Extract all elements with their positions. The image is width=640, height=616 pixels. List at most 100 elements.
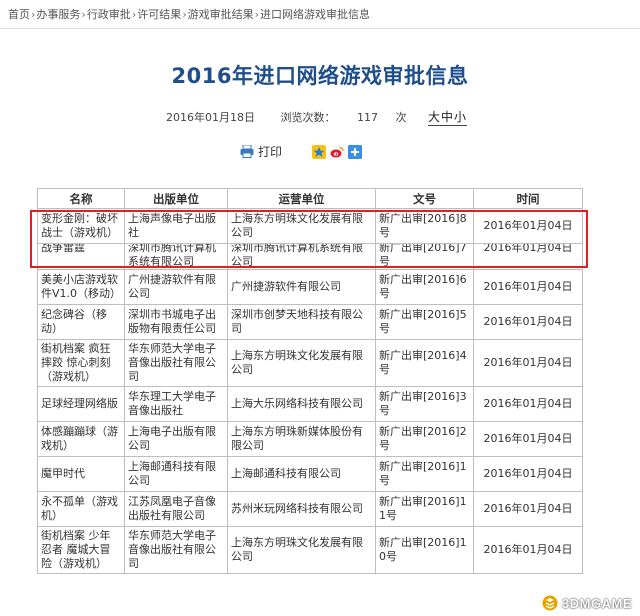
operator-cell: 苏州米玩网络科技有限公司 (227, 491, 376, 527)
document-number-cell: 新广出审[2016]1号 (375, 456, 474, 492)
game-name-cell: 魔甲时代 (37, 456, 125, 492)
watermark-text: 3DMGAME (562, 595, 632, 611)
table-row: 足球经理网络版 华东理工大学电子音像出版社 上海大乐网络科技有限公司 新广出审[… (37, 386, 583, 422)
date-cell: 2016年01月04日 (473, 304, 583, 340)
views-label: 浏览次数： (280, 111, 336, 124)
document-number-cell: 新广出审[2016]4号 (375, 339, 474, 387)
approval-table-container: 名称 出版单位 运营单位 文号 时间 变形金刚：破坏战士（游戏机） 上海声像电子… (37, 188, 583, 574)
breadcrumb-approval[interactable]: 行政审批 (87, 8, 131, 21)
publisher-cell: 江苏凤凰电子音像出版社有限公司 (124, 491, 228, 527)
publisher-cell: 华东师范大学电子音像出版社有限公司 (124, 339, 228, 387)
operator-cell: 深圳市创梦天地科技有限公司 (227, 304, 376, 340)
weibo-icon[interactable] (330, 144, 344, 158)
document-number-text: 新广出审[2016]7号 (379, 243, 467, 268)
game-name-cell: 永不孤单（游戏机） (37, 491, 125, 527)
print-label: 打印 (258, 144, 283, 159)
date-cell: 2016年01月04日 (473, 386, 583, 422)
publisher-text: 深圳市腾讯计算机系统有限公司 (128, 243, 216, 268)
3dmgame-logo-icon (541, 594, 559, 612)
publisher-cell: 深圳市书城电子出版物有限责任公司 (124, 304, 228, 340)
document-number-cell: 新广出审[2016]2号 (375, 421, 474, 457)
date-cell: 2016年01月04日 (473, 243, 583, 270)
table-row: 战争雷霆 深圳市腾讯计算机系统有限公司 深圳市腾讯计算机系统有限公司 新广出审[… (37, 243, 583, 270)
publish-date: 2016年01月18日 (166, 111, 255, 124)
page-title: 2016年进口网络游戏审批信息 (171, 64, 469, 88)
article-toolbar: 打印 (240, 142, 363, 160)
game-name-cell: 纪念碑谷（移动） (37, 304, 125, 340)
operator-cell: 上海邮通科技有限公司 (227, 456, 376, 492)
table-row: 变形金刚：破坏战士（游戏机） 上海声像电子出版社 上海东方明珠文化发展有限公司 … (37, 208, 583, 244)
game-name-cell: 体感蹦蹦球（游戏机） (37, 421, 125, 457)
table-row: 街机档案 疯狂摔跤 惊心刺刻（游戏机） 华东师范大学电子音像出版社有限公司 上海… (37, 339, 583, 387)
operator-cell: 上海东方明珠新媒体股份有限公司 (227, 421, 376, 457)
operator-cell: 上海东方明珠文化发展有限公司 (227, 526, 376, 574)
font-size-switcher: 大中小 (428, 108, 468, 126)
table-row: 纪念碑谷（移动） 深圳市书城电子出版物有限责任公司 深圳市创梦天地科技有限公司 … (37, 304, 583, 340)
publisher-cell: 上海电子出版有限公司 (124, 421, 228, 457)
views-count: 117 (357, 111, 378, 124)
publisher-cell: 华东理工大学电子音像出版社 (124, 386, 228, 422)
breadcrumb-license-results[interactable]: 许可结果 (137, 8, 181, 21)
operator-cell: 广州捷游软件有限公司 (227, 269, 376, 305)
game-name-cell: 街机档案 少年忍者 魔城大冒险（游戏机） (37, 526, 125, 574)
print-button[interactable]: 打印 (240, 143, 282, 160)
qzone-icon[interactable] (312, 144, 327, 159)
publisher-cell: 上海邮通科技有限公司 (124, 456, 228, 492)
column-header-publisher: 出版单位 (124, 188, 228, 209)
document-number-cell: 新广出审[2016]3号 (375, 386, 474, 422)
table-row: 魔甲时代 上海邮通科技有限公司 上海邮通科技有限公司 新广出审[2016]1号 … (37, 456, 583, 492)
game-name-cell: 美美小店游戏软件V1.0（移动） (37, 269, 125, 305)
breadcrumb-services[interactable]: 办事服务 (36, 8, 80, 21)
font-medium-button[interactable]: 中 (441, 108, 454, 125)
breadcrumb-current[interactable]: 进口网络游戏审批信息 (260, 8, 370, 21)
article-meta: 2016年01月18日 浏览次数： 117 次 大中小 (166, 108, 468, 126)
document-number-cell: 新广出审[2016]5号 (375, 304, 474, 340)
operator-cell: 深圳市腾讯计算机系统有限公司 (227, 243, 376, 270)
header-divider (0, 28, 640, 29)
date-cell: 2016年01月04日 (473, 491, 583, 527)
publisher-cell: 上海声像电子出版社 (124, 208, 228, 244)
publisher-cell: 华东师范大学电子音像出版社有限公司 (124, 526, 228, 574)
column-header-document-number: 文号 (375, 188, 474, 209)
game-name-cell: 变形金刚：破坏战士（游戏机） (37, 208, 125, 244)
approval-table: 名称 出版单位 运营单位 文号 时间 变形金刚：破坏战士（游戏机） 上海声像电子… (37, 188, 583, 574)
breadcrumb: 首页›办事服务›行政审批›许可结果›游戏审批结果›进口网络游戏审批信息 (8, 6, 370, 22)
share-buttons (312, 144, 363, 159)
column-header-name: 名称 (37, 188, 125, 209)
more-share-icon[interactable] (348, 144, 363, 159)
breadcrumb-game-results[interactable]: 游戏审批结果 (188, 8, 254, 21)
table-row: 永不孤单（游戏机） 江苏凤凰电子音像出版社有限公司 苏州米玩网络科技有限公司 新… (37, 491, 583, 527)
date-cell: 2016年01月04日 (473, 339, 583, 387)
document-number-cell: 新广出审[2016]6号 (375, 269, 474, 305)
document-number-cell: 新广出审[2016]7号 (375, 243, 474, 270)
operator-text: 深圳市腾讯计算机系统有限公司 (231, 243, 363, 268)
date-cell: 2016年01月04日 (473, 526, 583, 574)
printer-icon (240, 144, 254, 158)
date-cell: 2016年01月04日 (473, 208, 583, 244)
game-name-cell: 足球经理网络版 (37, 386, 125, 422)
document-number-cell: 新广出审[2016]10号 (375, 526, 474, 574)
font-large-button[interactable]: 大 (428, 108, 441, 125)
game-name-cell: 街机档案 疯狂摔跤 惊心刺刻（游戏机） (37, 339, 125, 387)
document-number-cell: 新广出审[2016]8号 (375, 208, 474, 244)
column-header-operator: 运营单位 (227, 188, 376, 209)
game-name-cell: 战争雷霆 (37, 243, 125, 270)
breadcrumb-home[interactable]: 首页 (8, 8, 30, 21)
column-header-date: 时间 (473, 188, 583, 209)
table-row: 街机档案 少年忍者 魔城大冒险（游戏机） 华东师范大学电子音像出版社有限公司 上… (37, 526, 583, 574)
date-text: 2016年01月04日 (483, 243, 573, 255)
table-row: 体感蹦蹦球（游戏机） 上海电子出版有限公司 上海东方明珠新媒体股份有限公司 新广… (37, 421, 583, 457)
views-unit: 次 (395, 111, 407, 124)
font-small-button[interactable]: 小 (454, 108, 467, 125)
date-cell: 2016年01月04日 (473, 421, 583, 457)
operator-cell: 上海大乐网络科技有限公司 (227, 386, 376, 422)
date-cell: 2016年01月04日 (473, 269, 583, 305)
operator-cell: 上海东方明珠文化发展有限公司 (227, 208, 376, 244)
table-header-row: 名称 出版单位 运营单位 文号 时间 (37, 188, 583, 209)
game-name-text: 战争雷霆 (41, 243, 85, 255)
date-cell: 2016年01月04日 (473, 456, 583, 492)
watermark: 3DMGAME (541, 594, 632, 612)
table-row: 美美小店游戏软件V1.0（移动） 广州捷游软件有限公司 广州捷游软件有限公司 新… (37, 269, 583, 305)
publisher-cell: 深圳市腾讯计算机系统有限公司 (124, 243, 228, 270)
document-number-cell: 新广出审[2016]11号 (375, 491, 474, 527)
